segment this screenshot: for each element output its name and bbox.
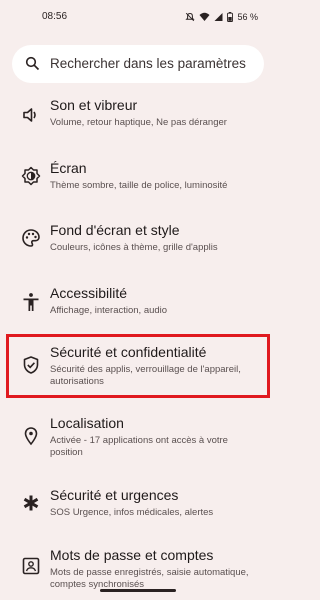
- settings-item-display[interactable]: Écran Thème sombre, taille de police, lu…: [0, 158, 276, 198]
- item-title: Écran: [50, 160, 87, 176]
- search-icon: [25, 56, 40, 71]
- item-subtitle: Thème sombre, taille de police, luminosi…: [50, 180, 228, 191]
- do-not-disturb-off-icon: [185, 12, 196, 22]
- item-title: Fond d'écran et style: [50, 222, 180, 238]
- accessibility-icon: [23, 293, 39, 311]
- highlight-box: [6, 334, 270, 398]
- settings-item-sound[interactable]: Son et vibreur Volume, retour haptique, …: [0, 95, 276, 135]
- item-subtitle: Affichage, interaction, audio: [50, 305, 168, 316]
- battery-percent: 56 %: [237, 12, 258, 22]
- status-time: 08:56: [42, 11, 68, 22]
- search-input[interactable]: Rechercher dans les paramètres: [50, 56, 256, 71]
- item-subtitle: Mots de passe enregistrés, saisie automa…: [50, 567, 249, 590]
- brightness-icon: [21, 166, 41, 186]
- location-pin-icon: [24, 427, 38, 446]
- signal-icon: [214, 13, 223, 21]
- account-box-icon: [22, 557, 40, 575]
- item-title: Accessibilité: [50, 285, 128, 301]
- volume-icon: [23, 108, 36, 122]
- battery-icon: [227, 12, 234, 22]
- item-subtitle: Couleurs, icônes à thème, grille d'appli…: [50, 242, 218, 253]
- gesture-nav-handle[interactable]: [100, 589, 176, 592]
- settings-item-wallpaper[interactable]: Fond d'écran et style Couleurs, icônes à…: [0, 220, 276, 260]
- palette-icon: [22, 229, 40, 247]
- settings-item-location[interactable]: Localisation Activée - 17 applications o…: [0, 413, 276, 463]
- search-bar[interactable]: Rechercher dans les paramètres: [12, 45, 264, 83]
- item-title: Localisation: [50, 415, 124, 431]
- item-title: Sécurité et urgences: [50, 487, 179, 503]
- settings-item-passwords-accounts[interactable]: Mots de passe et comptes Mots de passe e…: [0, 545, 276, 595]
- status-bar: 08:56 56 %: [0, 0, 276, 34]
- item-subtitle: Activée - 17 applications ont accès à vo…: [50, 435, 228, 458]
- settings-item-accessibility[interactable]: Accessibilité Affichage, interaction, au…: [0, 283, 276, 323]
- item-subtitle: SOS Urgence, infos médicales, alertes: [50, 507, 214, 518]
- status-icons: 56 %: [185, 10, 258, 24]
- item-title: Mots de passe et comptes: [50, 547, 214, 563]
- wifi-icon: [199, 12, 210, 21]
- item-title: Son et vibreur: [50, 97, 138, 113]
- item-subtitle: Volume, retour haptique, Ne pas déranger: [50, 117, 227, 128]
- settings-item-safety-emergency[interactable]: Sécurité et urgences SOS Urgence, infos …: [0, 485, 276, 525]
- emergency-asterisk-icon: [23, 495, 39, 511]
